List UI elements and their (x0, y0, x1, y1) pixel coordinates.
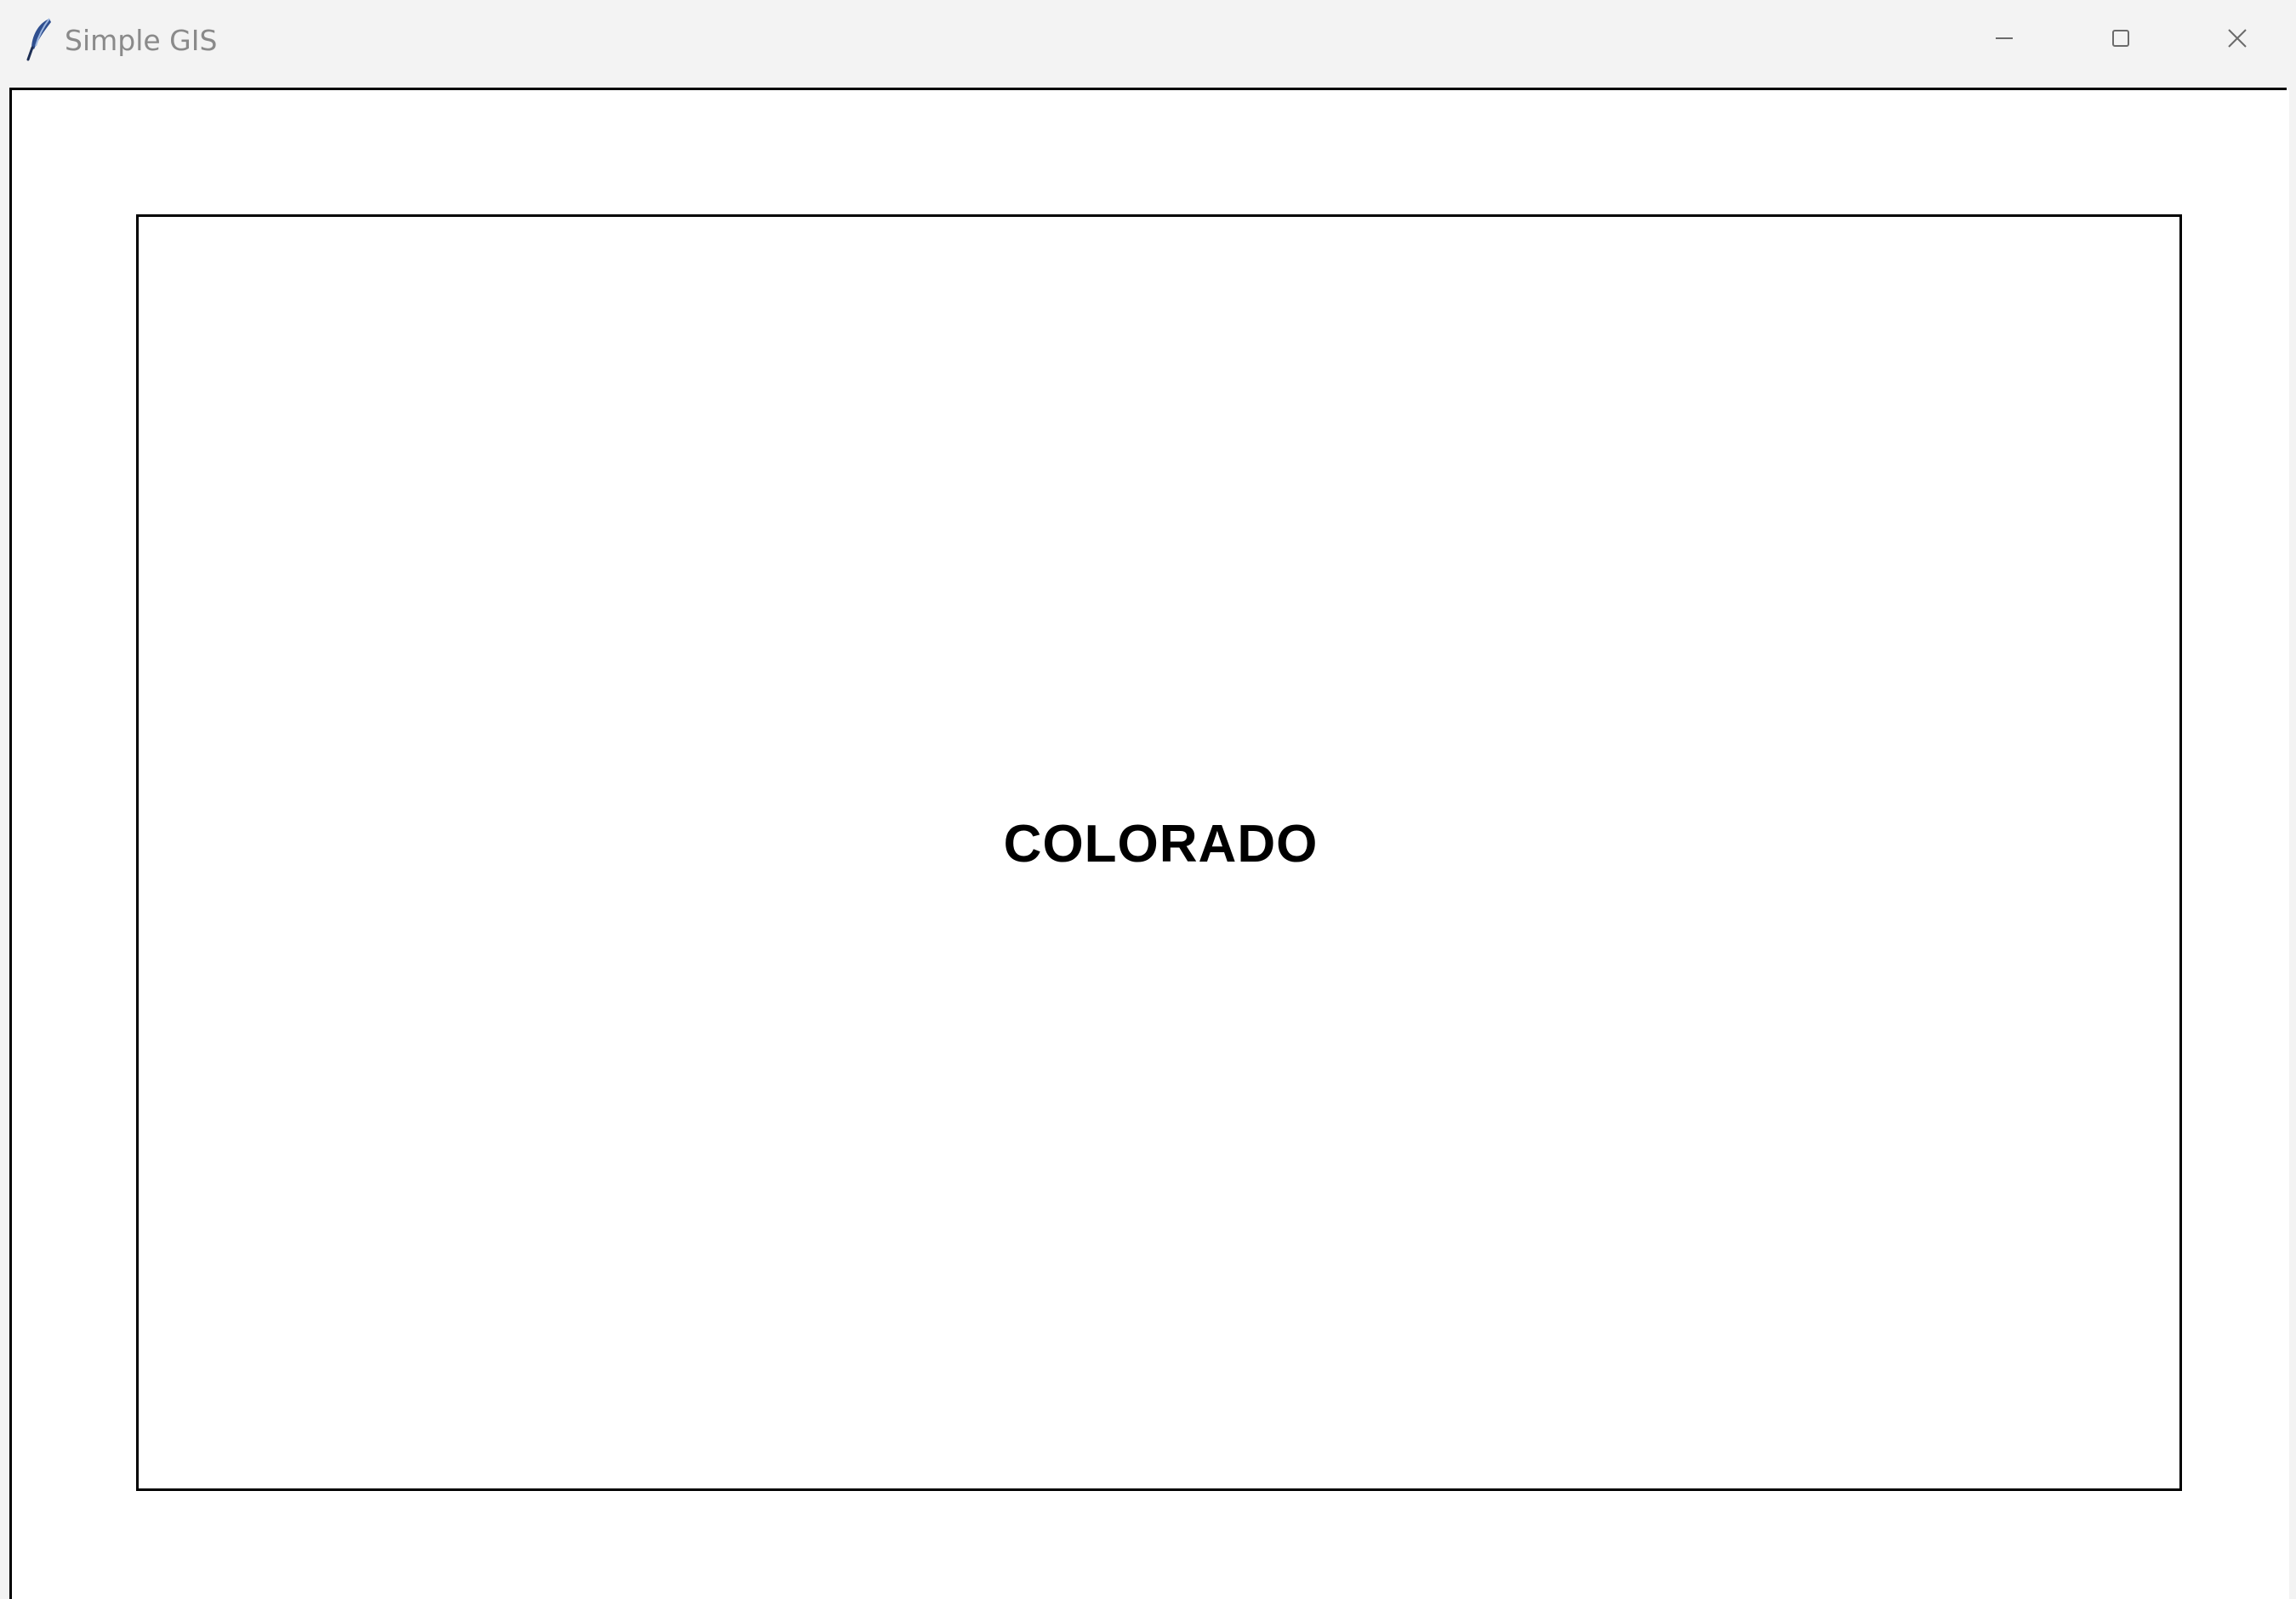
app-window: Simple GIS COLORADO (0, 0, 2296, 1599)
map-frame: COLORADO (136, 214, 2182, 1491)
title-bar[interactable]: Simple GIS (0, 0, 2296, 88)
map-canvas[interactable]: COLORADO (12, 90, 2289, 1599)
close-button[interactable] (2179, 0, 2295, 77)
client-area: COLORADO (9, 88, 2289, 1599)
feather-icon (26, 17, 54, 61)
minimize-icon (1995, 29, 2014, 48)
maximize-button[interactable] (2062, 0, 2179, 77)
close-icon (2227, 28, 2248, 48)
window-title: Simple GIS (65, 24, 218, 57)
state-label-wrapper: COLORADO (139, 217, 2179, 1488)
state-label: COLORADO (1003, 815, 1319, 873)
minimize-button[interactable] (1946, 0, 2062, 77)
maximize-icon (2111, 29, 2130, 48)
